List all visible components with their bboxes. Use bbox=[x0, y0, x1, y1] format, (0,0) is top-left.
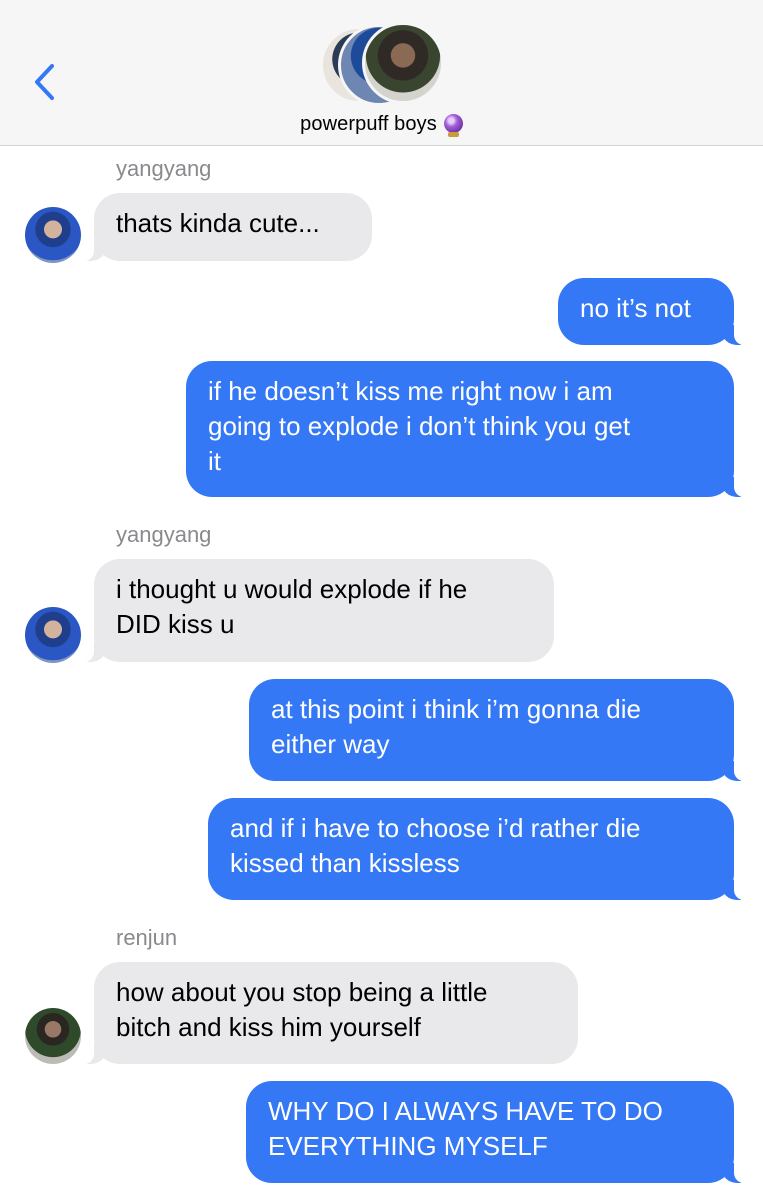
sender-avatar[interactable] bbox=[25, 1008, 81, 1064]
message-text: either way bbox=[271, 729, 390, 759]
sender-avatar[interactable] bbox=[25, 607, 81, 663]
sender-name: renjun bbox=[116, 925, 178, 950]
member-avatar bbox=[362, 22, 444, 104]
outgoing-message-bubble[interactable]: no it’s not bbox=[558, 278, 744, 345]
message-text: WHY DO I ALWAYS HAVE TO DO bbox=[268, 1096, 663, 1126]
group-name-text: powerpuff boys bbox=[300, 113, 437, 135]
conversation-header: powerpuff boys bbox=[0, 0, 763, 146]
sender-name: yangyang bbox=[116, 156, 212, 181]
outgoing-message-bubble[interactable]: WHY DO I ALWAYS HAVE TO DO EVERYTHING MY… bbox=[246, 1081, 744, 1183]
message-text: DID kiss u bbox=[116, 609, 235, 639]
message-text: it bbox=[208, 446, 221, 476]
incoming-message-bubble[interactable]: i thought u would explode if he DID kiss… bbox=[84, 559, 554, 662]
message-text: EVERYTHING MYSELF bbox=[268, 1131, 548, 1161]
sender-avatar[interactable] bbox=[25, 207, 81, 263]
outgoing-message-bubble[interactable]: if he doesn’t kiss me right now i am goi… bbox=[186, 361, 744, 497]
message-text: bitch and kiss him yourself bbox=[116, 1012, 421, 1042]
message-text: no it’s not bbox=[580, 293, 691, 323]
message-text: going to explode i don’t think you get bbox=[208, 411, 631, 441]
crystal-ball-icon bbox=[443, 114, 463, 137]
outgoing-message-bubble[interactable]: and if i have to choose i’d rather die k… bbox=[208, 798, 744, 900]
back-chevron-icon[interactable] bbox=[28, 60, 62, 104]
message-text: i thought u would explode if he bbox=[116, 574, 468, 604]
message-text: how about you stop being a little bbox=[116, 977, 488, 1007]
incoming-message-bubble[interactable]: how about you stop being a little bitch … bbox=[84, 962, 578, 1064]
message-text: thats kinda cute... bbox=[116, 208, 320, 238]
message-text: if he doesn’t kiss me right now i am bbox=[208, 376, 613, 406]
message-text: and if i have to choose i’d rather die bbox=[230, 813, 641, 843]
group-title[interactable]: powerpuff boys bbox=[0, 113, 763, 137]
outgoing-message-bubble[interactable]: at this point i think i’m gonna die eith… bbox=[249, 679, 744, 781]
sender-name: yangyang bbox=[116, 522, 212, 547]
group-avatar[interactable] bbox=[320, 20, 444, 106]
message-text: kissed than kissless bbox=[230, 848, 460, 878]
message-text: at this point i think i’m gonna die bbox=[271, 694, 641, 724]
incoming-message-bubble[interactable]: thats kinda cute... bbox=[84, 193, 372, 261]
